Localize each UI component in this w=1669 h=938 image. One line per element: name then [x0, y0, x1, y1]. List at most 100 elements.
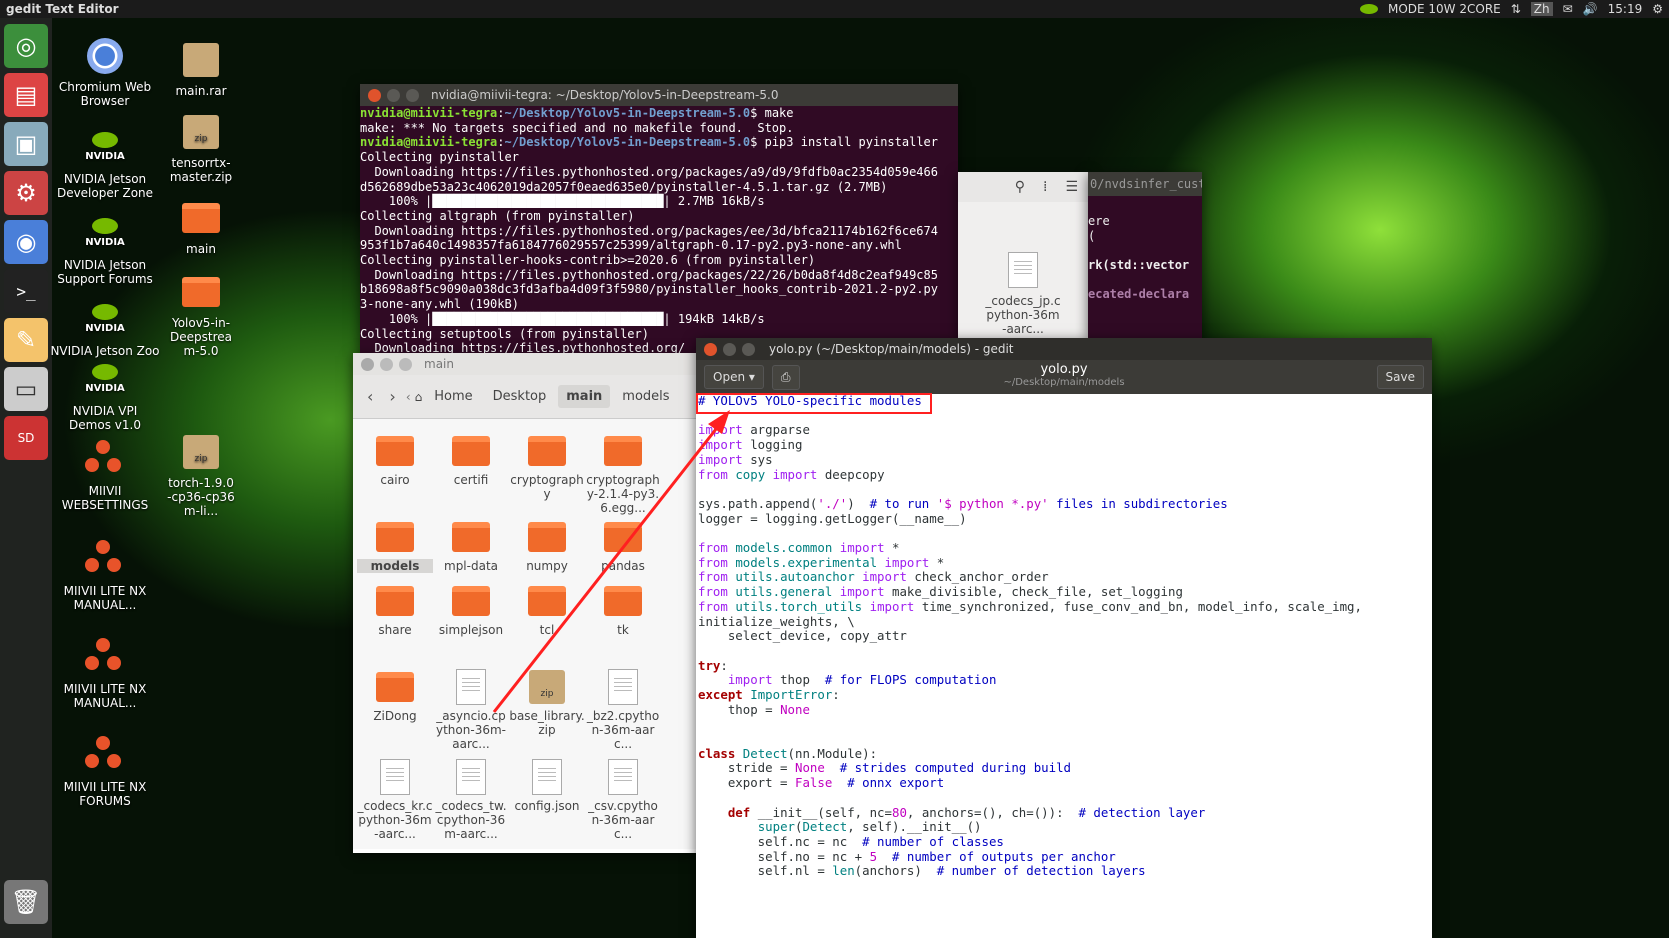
trash-icon[interactable]: 🗑: [4, 880, 48, 924]
minimize-icon[interactable]: [723, 342, 736, 356]
file-item[interactable]: pandas: [585, 519, 661, 573]
minimize-icon[interactable]: [380, 357, 393, 371]
desktop-icon-label: torch-1.9.0-cp36-cp36m-li...: [167, 476, 235, 518]
folder-icon: [527, 583, 567, 619]
maximize-icon[interactable]: [406, 88, 419, 102]
file-item[interactable]: tcl: [509, 583, 585, 637]
breadcrumb-main[interactable]: main: [558, 385, 611, 408]
desktop-icon-tensorrtx[interactable]: zip tensorrtx-master.zip: [146, 112, 256, 184]
save-button[interactable]: Save: [1376, 365, 1424, 389]
file-manager-titlebar[interactable]: main: [353, 353, 698, 375]
file-item[interactable]: share: [357, 583, 433, 637]
desktop-icon-jetson-zoo[interactable]: NVIDIA NVIDIA Jetson Zoo: [50, 300, 160, 358]
forward-icon[interactable]: ›: [383, 387, 401, 406]
search-icon[interactable]: ⚲: [1015, 179, 1025, 195]
open-button[interactable]: Open ▾: [704, 365, 764, 389]
nvidia-status-icon[interactable]: [1359, 4, 1378, 14]
clock[interactable]: 15:19: [1608, 2, 1643, 16]
breadcrumb-left-icon[interactable]: ‹: [406, 390, 411, 404]
file-item[interactable]: zip base_library.zip: [509, 669, 585, 737]
file-item[interactable]: config.json: [509, 759, 585, 813]
desktop-icon-chromium[interactable]: Chromium Web Browser: [50, 36, 160, 108]
desktop-icon-vpi-demos[interactable]: NVIDIA NVIDIA VPI Demos v1.0: [50, 360, 160, 432]
file-item[interactable]: _codecs_kr.cpython-36m-aarc...: [357, 759, 433, 841]
file-item[interactable]: cairo: [357, 433, 433, 487]
breadcrumb-desktop[interactable]: Desktop: [485, 385, 555, 408]
file-icon: [1008, 252, 1038, 288]
settings-gear-icon[interactable]: ⚙: [1652, 2, 1663, 16]
breadcrumb-models[interactable]: models: [614, 385, 677, 408]
close-icon[interactable]: [368, 88, 381, 102]
file-item[interactable]: certifi: [433, 433, 509, 487]
desktop-icon-manual-2[interactable]: MIIVII LITE NX MANUAL...: [50, 638, 160, 710]
view-toggle-icon[interactable]: ⁞: [1043, 179, 1047, 195]
desktop-icon-label: tensorrtx-master.zip: [169, 156, 233, 184]
gedit-window[interactable]: yolo.py (~/Desktop/main/models) - gedit …: [696, 338, 1432, 938]
file-manager-title: main: [424, 357, 454, 371]
breadcrumb-home[interactable]: Home: [426, 385, 480, 408]
code-editor[interactable]: # YOLOv5 YOLO-specific modules import arg…: [696, 393, 1432, 879]
gedit-titlebar[interactable]: yolo.py (~/Desktop/main/models) - gedit: [696, 338, 1432, 360]
close-icon[interactable]: [361, 357, 374, 371]
desktop-icon-main-rar[interactable]: main.rar: [146, 40, 256, 98]
terminal-titlebar[interactable]: nvidia@miivii-tegra: ~/Desktop/Yolov5-in…: [360, 84, 958, 106]
terminal-window[interactable]: nvidia@miivii-tegra: ~/Desktop/Yolov5-in…: [360, 84, 958, 354]
ubuntu-logo-icon[interactable]: ◎: [4, 24, 48, 68]
file-item[interactable]: _asyncio.cpython-36m-aarc...: [433, 669, 509, 751]
file-item[interactable]: mpl-data: [433, 519, 509, 573]
system-settings-icon[interactable]: ⚙: [4, 171, 48, 215]
files-icon[interactable]: ▤: [4, 73, 48, 117]
desktop-icon-main-folder[interactable]: main: [146, 198, 256, 256]
miivii-icon: [85, 736, 125, 776]
file-item[interactable]: _codecs_tw.cpython-36m-aarc...: [433, 759, 509, 841]
desktop-icon-torch[interactable]: zip torch-1.9.0-cp36-cp36m-li...: [146, 432, 256, 518]
code-line: stride = None # strides computed during …: [698, 760, 1072, 776]
file-item[interactable]: _csv.cpython-36m-aarc...: [585, 759, 661, 841]
terminal-output[interactable]: nvidia@miivii-tegra:~/Desktop/Yolov5-in-…: [360, 106, 958, 354]
background-file-manager[interactable]: ⚲ ⁞ ☰ _codecs_jp.cpython-36m-aarc...: [958, 172, 1090, 338]
maximize-icon[interactable]: [742, 342, 755, 356]
desktop-icon-jetson-zone[interactable]: NVIDIA NVIDIA Jetson Developer Zone: [50, 128, 160, 200]
drive-icon[interactable]: ▭: [4, 367, 48, 411]
code-line: export = False # onnx export: [698, 775, 945, 791]
desktop-icon-manual-1[interactable]: MIIVII LITE NX MANUAL...: [50, 540, 160, 612]
network-icon[interactable]: ⇅: [1511, 2, 1521, 16]
chromium-icon[interactable]: ◉: [4, 220, 48, 264]
home-icon[interactable]: ⌂: [415, 390, 423, 404]
background-terminal[interactable]: 0/nvdsinfer_custo ere ( rk(std::vector e…: [1088, 172, 1202, 338]
file-item[interactable]: numpy: [509, 519, 585, 573]
minimize-icon[interactable]: [387, 88, 400, 102]
back-icon[interactable]: ‹: [361, 387, 379, 406]
file-item[interactable]: ZiDong: [357, 669, 433, 723]
file-label: tk: [617, 623, 629, 637]
software-center-icon[interactable]: ▣: [4, 122, 48, 166]
volume-icon[interactable]: 🔊: [1583, 2, 1598, 16]
terminal-icon[interactable]: >_: [4, 269, 48, 313]
maximize-icon[interactable]: [399, 357, 412, 371]
input-method-indicator[interactable]: Zh: [1530, 2, 1553, 16]
desktop-icon-websettings[interactable]: MIIVII WEBSETTINGS: [50, 440, 160, 512]
desktop-icon-yolov5[interactable]: Yolov5-in-Deepstream-5.0: [146, 272, 256, 358]
file-item[interactable]: tk: [585, 583, 661, 637]
file-item[interactable]: _bz2.cpython-36m-aarc...: [585, 669, 661, 751]
file-item[interactable]: simplejson: [433, 583, 509, 637]
power-mode-label[interactable]: MODE 10W 2CORE: [1388, 2, 1501, 16]
text-editor-icon[interactable]: ✎: [4, 318, 48, 362]
miivii-icon: [85, 440, 125, 480]
new-tab-button[interactable]: ⎙: [771, 364, 800, 390]
file-manager-window[interactable]: main ‹ › ‹ ⌂ Home Desktop main models ca…: [353, 353, 698, 853]
file-item[interactable]: cryptography-2.1.4-py3.6.egg...: [585, 433, 661, 515]
file-label[interactable]: _codecs_jp.cpython-36m-aarc...: [985, 294, 1061, 336]
close-icon[interactable]: [704, 342, 717, 356]
file-item[interactable]: cryptography: [509, 433, 585, 501]
sd-card-icon[interactable]: SD: [4, 416, 48, 460]
nvidia-icon: NVIDIA: [85, 360, 125, 400]
desktop-icon-forums[interactable]: MIIVII LITE NX FORUMS: [50, 736, 160, 808]
menu-icon[interactable]: ☰: [1065, 179, 1078, 195]
mail-icon[interactable]: ✉: [1563, 2, 1573, 16]
file-item[interactable]: models: [357, 519, 433, 573]
miivii-icon: [85, 638, 125, 678]
desktop-icon-jetson-forums[interactable]: NVIDIA NVIDIA Jetson Support Forums: [50, 214, 160, 286]
